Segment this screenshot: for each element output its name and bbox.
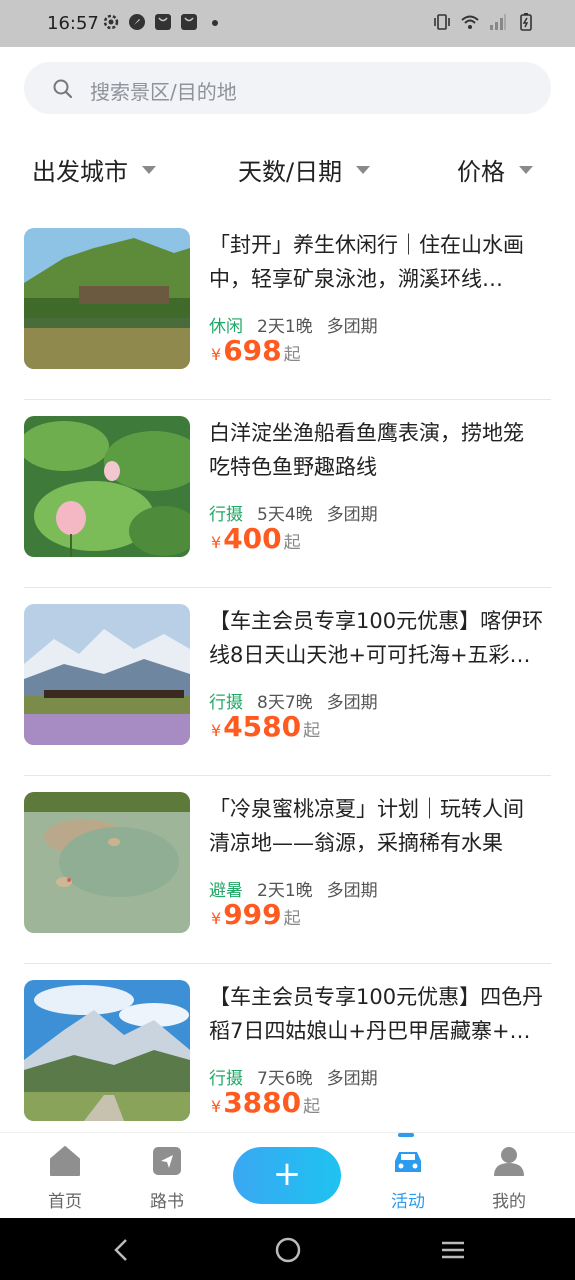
filter-days-date[interactable]: 天数/日期	[238, 152, 371, 187]
currency-symbol: ¥	[211, 909, 222, 928]
tab-label: 我的	[492, 1192, 526, 1212]
tab-label: 活动	[391, 1192, 425, 1212]
tab-label: 首页	[48, 1192, 82, 1212]
list-item[interactable]: 白洋淀坐渔船看鱼鹰表演，捞地笼吃特色鱼野趣路线 行摄 5天4晚 多团期 ¥400…	[24, 400, 551, 588]
filter-label: 价格	[457, 158, 505, 186]
battery-icon	[520, 13, 532, 31]
trip-price: ¥999 起	[211, 898, 301, 931]
home-icon	[50, 1146, 80, 1176]
trip-price: ¥4580 起	[211, 710, 320, 743]
tab-label: 路书	[150, 1192, 184, 1212]
back-icon[interactable]	[108, 1236, 136, 1264]
gear-icon	[103, 14, 119, 30]
trip-group: 多团期	[326, 505, 378, 525]
home-circle-icon[interactable]	[274, 1236, 302, 1264]
tab-mine[interactable]: 我的	[469, 1143, 549, 1212]
trip-thumbnail	[24, 792, 190, 933]
system-navigation-bar	[0, 1218, 575, 1280]
trip-group: 多团期	[326, 881, 378, 901]
chevron-down-icon	[142, 165, 156, 174]
filter-label: 天数/日期	[238, 158, 343, 186]
user-icon	[494, 1147, 524, 1176]
search-placeholder: 搜索景区/目的地	[90, 80, 237, 104]
add-button[interactable]: +	[233, 1147, 341, 1204]
currency-symbol: ¥	[211, 533, 222, 552]
price-value: 999	[223, 898, 282, 931]
price-suffix: 起	[283, 909, 301, 929]
car-icon	[395, 1152, 421, 1172]
filter-bar: 出发城市 天数/日期 价格	[0, 140, 575, 198]
filter-departure-city[interactable]: 出发城市	[32, 152, 156, 187]
trip-title: 【车主会员专享100元优惠】四色丹稻7日四姑娘山+丹巴甲居藏寨+…	[209, 985, 544, 1043]
status-bar: 16:57	[0, 0, 575, 47]
trip-price: ¥3880 起	[211, 1086, 320, 1119]
trip-thumbnail	[24, 416, 190, 557]
bag-icon	[155, 14, 171, 30]
route-book-icon	[153, 1147, 181, 1175]
chevron-down-icon	[519, 165, 533, 174]
trip-price: ¥698 起	[211, 334, 301, 367]
active-tab-indicator	[398, 1133, 414, 1137]
price-suffix: 起	[303, 721, 321, 741]
tab-activity[interactable]: 活动	[368, 1143, 448, 1212]
price-suffix: 起	[283, 533, 301, 553]
price-value: 400	[223, 522, 282, 555]
trip-group: 多团期	[326, 693, 378, 713]
trip-title: 白洋淀坐渔船看鱼鹰表演，捞地笼吃特色鱼野趣路线	[209, 421, 524, 479]
trip-thumbnail	[24, 980, 190, 1121]
bottom-tab-bar: 首页 路书 + 活动 我的	[0, 1132, 575, 1218]
list-item[interactable]: 【车主会员专享100元优惠】四色丹稻7日四姑娘山+丹巴甲居藏寨+… 行摄 7天6…	[24, 964, 551, 1152]
chevron-down-icon	[356, 165, 371, 174]
price-value: 698	[223, 334, 282, 367]
trip-price: ¥400 起	[211, 522, 301, 555]
status-left-icons	[102, 13, 224, 31]
compass-icon	[129, 14, 145, 30]
status-right-icons	[433, 13, 535, 31]
wifi-icon	[461, 15, 479, 29]
currency-symbol: ¥	[211, 345, 222, 364]
bag-icon-2	[181, 14, 197, 30]
price-suffix: 起	[283, 345, 301, 365]
currency-symbol: ¥	[211, 721, 222, 740]
price-suffix: 起	[303, 1097, 321, 1117]
trip-list: 「封开」养生休闲行｜住在山水画中，轻享矿泉泳池，溯溪环线… 休闲 2天1晚 多团…	[24, 212, 551, 1152]
trip-group: 多团期	[326, 317, 378, 337]
trip-title: 【车主会员专享100元优惠】喀伊环线8日天山天池+可可托海+五彩…	[209, 609, 544, 667]
tab-route-book[interactable]: 路书	[127, 1143, 207, 1212]
dot-icon	[212, 20, 218, 26]
price-value: 4580	[223, 710, 302, 743]
signal-icon	[490, 14, 506, 30]
currency-symbol: ¥	[211, 1097, 222, 1116]
trip-title: 「冷泉蜜桃凉夏」计划｜玩转人间清凉地——翁源，采摘稀有水果九…	[209, 797, 524, 855]
status-time: 16:57	[47, 13, 99, 34]
price-value: 3880	[223, 1086, 302, 1119]
search-input[interactable]: 搜索景区/目的地	[24, 62, 551, 114]
list-item[interactable]: 「冷泉蜜桃凉夏」计划｜玩转人间清凉地——翁源，采摘稀有水果九… 避暑 2天1晚 …	[24, 776, 551, 964]
tab-home[interactable]: 首页	[25, 1143, 105, 1212]
trip-title: 「封开」养生休闲行｜住在山水画中，轻享矿泉泳池，溯溪环线…	[209, 233, 524, 291]
search-icon	[53, 79, 73, 99]
trip-thumbnail	[24, 228, 190, 369]
recents-icon[interactable]	[439, 1236, 467, 1264]
trip-thumbnail	[24, 604, 190, 745]
vibrate-icon	[434, 14, 450, 30]
list-item[interactable]: 「封开」养生休闲行｜住在山水画中，轻享矿泉泳池，溯溪环线… 休闲 2天1晚 多团…	[24, 212, 551, 400]
filter-label: 出发城市	[32, 158, 128, 186]
filter-price[interactable]: 价格	[457, 152, 533, 187]
trip-group: 多团期	[326, 1069, 378, 1089]
list-item[interactable]: 【车主会员专享100元优惠】喀伊环线8日天山天池+可可托海+五彩… 行摄 8天7…	[24, 588, 551, 776]
